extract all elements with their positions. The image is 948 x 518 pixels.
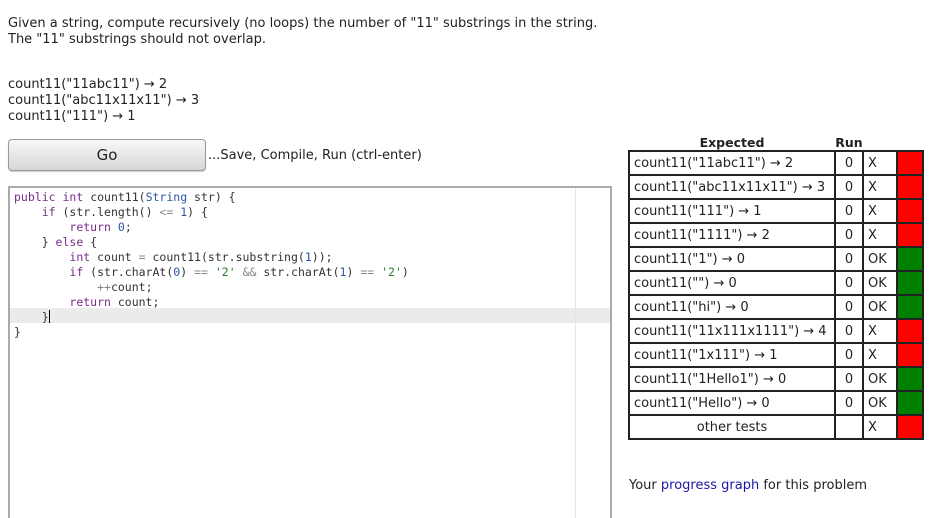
test-row: count11("1") → 0 0 OK xyxy=(628,246,924,272)
result-cell: OK xyxy=(862,270,898,296)
status-fail-cell xyxy=(896,414,924,440)
test-results-table: Expected Run count11("11abc11") → 2 0 Xcou… xyxy=(628,134,924,440)
result-cell: X xyxy=(862,174,898,200)
result-cell: X xyxy=(862,150,898,176)
expected-cell: count11("hi") → 0 xyxy=(628,294,836,320)
status-pass-cell xyxy=(896,246,924,272)
expected-cell: count11("Hello") → 0 xyxy=(628,390,836,416)
text-cursor xyxy=(48,310,50,323)
run-cell: 0 xyxy=(834,294,864,320)
result-cell: X xyxy=(862,318,898,344)
run-cell: 0 xyxy=(834,150,864,176)
run-cell: 0 xyxy=(834,390,864,416)
print-margin xyxy=(575,188,576,518)
status-pass-cell xyxy=(896,270,924,296)
status-pass-cell xyxy=(896,390,924,416)
result-cell: OK xyxy=(862,390,898,416)
run-cell: 0 xyxy=(834,174,864,200)
problem-line-2: The "11" substrings should not overlap. xyxy=(8,32,267,47)
header-run: Run xyxy=(835,134,863,150)
status-fail-cell xyxy=(896,150,924,176)
progress-text: Your progress graph for this problem xyxy=(629,478,867,493)
test-row: count11("1111") → 20X xyxy=(628,222,924,248)
result-cell: X xyxy=(862,222,898,248)
test-row: count11("Hello") → 0 0 OK xyxy=(628,390,924,416)
run-cell: 0 xyxy=(834,270,864,296)
test-row: count11("11abc11") → 20X xyxy=(628,150,924,176)
example-item: count11("abc11x11x11") → 3 xyxy=(8,93,200,108)
expected-cell: count11("11x111x1111") → 4 xyxy=(628,318,836,344)
run-cell: 0 xyxy=(834,318,864,344)
progress-suffix: for this problem xyxy=(759,478,867,493)
examples-list: count11("11abc11") → 2 count11("abc11x11… xyxy=(8,77,199,125)
save-compile-run-hint: ...Save, Compile, Run (ctrl-enter) xyxy=(208,148,422,163)
code-editor[interactable]: public int count11(String str) { if (str… xyxy=(8,186,612,518)
status-fail-cell xyxy=(896,318,924,344)
progress-prefix: Your xyxy=(629,478,661,493)
test-row: count11("11x111x1111") → 40X xyxy=(628,318,924,344)
status-fail-cell xyxy=(896,222,924,248)
test-row: count11("111") → 10X xyxy=(628,198,924,224)
status-fail-cell xyxy=(896,342,924,368)
run-cell: 0 xyxy=(834,246,864,272)
test-row-other: other tests X xyxy=(628,414,924,440)
header-expected: Expected xyxy=(699,134,765,150)
expected-cell: count11("1") → 0 xyxy=(628,246,836,272)
expected-cell: count11("1Hello1") → 0 xyxy=(628,366,836,392)
status-fail-cell xyxy=(896,174,924,200)
expected-cell: other tests xyxy=(628,414,836,440)
test-row: count11("1Hello1") → 0 0 OK xyxy=(628,366,924,392)
expected-cell: count11("1x111") → 1 xyxy=(628,342,836,368)
run-cell xyxy=(834,414,864,440)
expected-cell: count11("11abc11") → 2 xyxy=(628,150,836,176)
result-cell: OK xyxy=(862,366,898,392)
test-row: count11("abc11x11x11") → 30X xyxy=(628,174,924,200)
problem-description: Given a string, compute recursively (no … xyxy=(8,16,597,48)
test-results-body: count11("11abc11") → 2 0 Xcount11("abc11x1… xyxy=(628,150,924,440)
problem-line-1: Given a string, compute recursively (no … xyxy=(8,16,598,31)
test-row: count11("") → 0 0 OK xyxy=(628,270,924,296)
code-text[interactable]: public int count11(String str) { if (str… xyxy=(14,190,409,340)
expected-cell: count11("1111") → 2 xyxy=(628,222,836,248)
status-pass-cell xyxy=(896,366,924,392)
result-cell: X xyxy=(862,414,898,440)
expected-cell: count11("") → 0 xyxy=(628,270,836,296)
run-cell: 0 xyxy=(834,342,864,368)
expected-cell: count11("abc11x11x11") → 3 xyxy=(628,174,836,200)
example-item: count11("11abc11") → 2 xyxy=(8,77,168,92)
result-cell: OK xyxy=(862,246,898,272)
test-row: count11("1x111") → 10X xyxy=(628,342,924,368)
go-button[interactable]: Go xyxy=(8,139,206,171)
run-cell: 0 xyxy=(834,366,864,392)
example-item: count11("111") → 1 xyxy=(8,109,136,124)
result-cell: OK xyxy=(862,294,898,320)
result-cell: X xyxy=(862,198,898,224)
run-cell: 0 xyxy=(834,198,864,224)
status-pass-cell xyxy=(896,294,924,320)
status-fail-cell xyxy=(896,198,924,224)
expected-cell: count11("111") → 1 xyxy=(628,198,836,224)
progress-graph-link[interactable]: progress graph xyxy=(661,478,759,493)
test-row: count11("hi") → 0 0 OK xyxy=(628,294,924,320)
run-cell: 0 xyxy=(834,222,864,248)
result-cell: X xyxy=(862,342,898,368)
